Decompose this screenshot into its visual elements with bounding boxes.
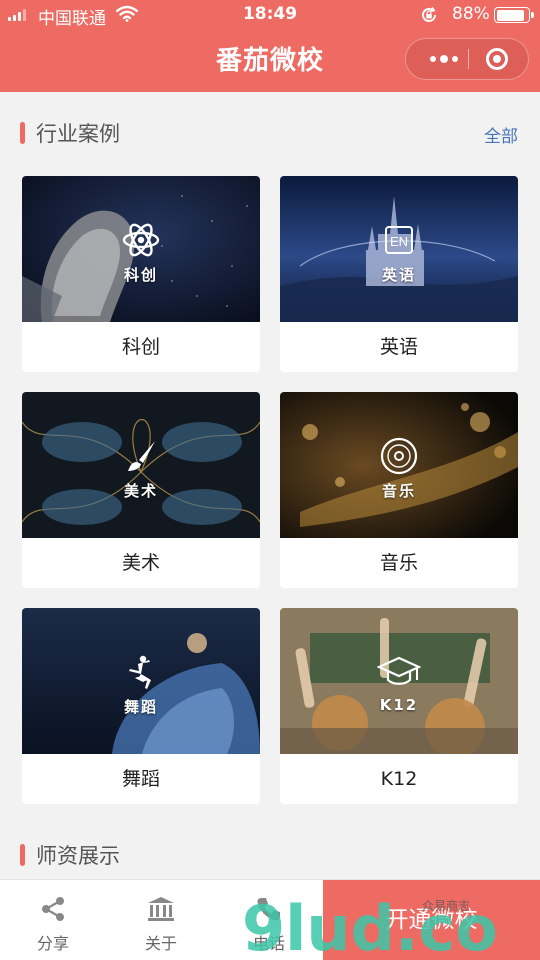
case-overlay-label: 科创 — [123, 266, 158, 284]
case-overlay: K12 — [280, 652, 518, 714]
case-card-k12[interactable]: K12 K12 — [280, 608, 518, 804]
share-icon — [42, 897, 64, 921]
case-overlay-label: K12 — [379, 696, 419, 714]
mini-program-capsule — [405, 38, 529, 80]
institution-icon — [148, 897, 174, 921]
phone-tab[interactable]: 电话 — [224, 880, 314, 960]
close-icon[interactable] — [486, 48, 508, 70]
case-overlay-label: 舞蹈 — [123, 698, 158, 716]
section-title: 师资展示 — [36, 844, 120, 868]
case-overlay: 美术 — [22, 436, 260, 501]
case-caption: 美术 — [121, 552, 160, 574]
case-card-english[interactable]: EN 英语 英语 — [280, 176, 518, 372]
open-school-button[interactable]: 开通微校 — [323, 880, 540, 960]
graduation-cap-icon — [377, 656, 421, 685]
share-label: 分享 — [36, 934, 69, 953]
svg-text:EN: EN — [390, 234, 408, 249]
section-accent-bar — [20, 844, 25, 866]
more-icon[interactable] — [422, 39, 466, 79]
case-card-tech[interactable]: 科创 科创 — [22, 176, 260, 372]
atom-icon — [122, 223, 160, 257]
case-overlay-label: 美术 — [123, 482, 158, 500]
case-overlay: EN 英语 — [280, 220, 518, 285]
case-caption: K12 — [380, 768, 418, 790]
case-card-art[interactable]: 美术 美术 — [22, 392, 260, 588]
case-caption: 英语 — [379, 336, 418, 358]
phone-label: 电话 — [252, 934, 285, 953]
app-header: 中国联通 18:49 88% 番茄微校 — [0, 0, 540, 92]
en-badge-icon: EN — [385, 226, 413, 254]
section-accent-bar — [20, 122, 25, 144]
paintbrush-icon — [128, 441, 155, 471]
vinyl-disc-icon — [380, 437, 418, 475]
phone-icon — [257, 898, 280, 921]
dancer-icon — [129, 655, 151, 689]
battery-percent: 88% — [452, 4, 490, 24]
case-card-dance[interactable]: 舞蹈 舞蹈 — [22, 608, 260, 804]
case-caption: 科创 — [121, 336, 160, 358]
battery-icon — [494, 7, 534, 23]
about-label: 关于 — [144, 934, 177, 953]
orientation-lock-icon — [422, 7, 436, 22]
case-caption: 音乐 — [379, 552, 418, 574]
case-overlay: 音乐 — [280, 436, 518, 501]
status-bar: 中国联通 18:49 88% — [0, 0, 540, 30]
case-overlay: 科创 — [22, 220, 260, 285]
case-overlay-label: 英语 — [381, 266, 416, 284]
bottom-bar: 分享 关于 电话 开通微校 — [0, 879, 540, 960]
case-overlay: 舞蹈 — [22, 652, 260, 717]
case-caption: 舞蹈 — [121, 768, 160, 790]
about-tab[interactable]: 关于 — [116, 880, 206, 960]
case-overlay-label: 音乐 — [381, 482, 416, 500]
view-all-link[interactable]: 全部 — [484, 122, 518, 147]
case-card-music[interactable]: 音乐 音乐 — [280, 392, 518, 588]
section-title: 行业案例 — [36, 122, 120, 146]
share-tab[interactable]: 分享 — [8, 880, 98, 960]
cases-section-header: 行业案例 全部 — [0, 112, 540, 152]
teachers-section-header: 师资展示 — [0, 834, 540, 874]
